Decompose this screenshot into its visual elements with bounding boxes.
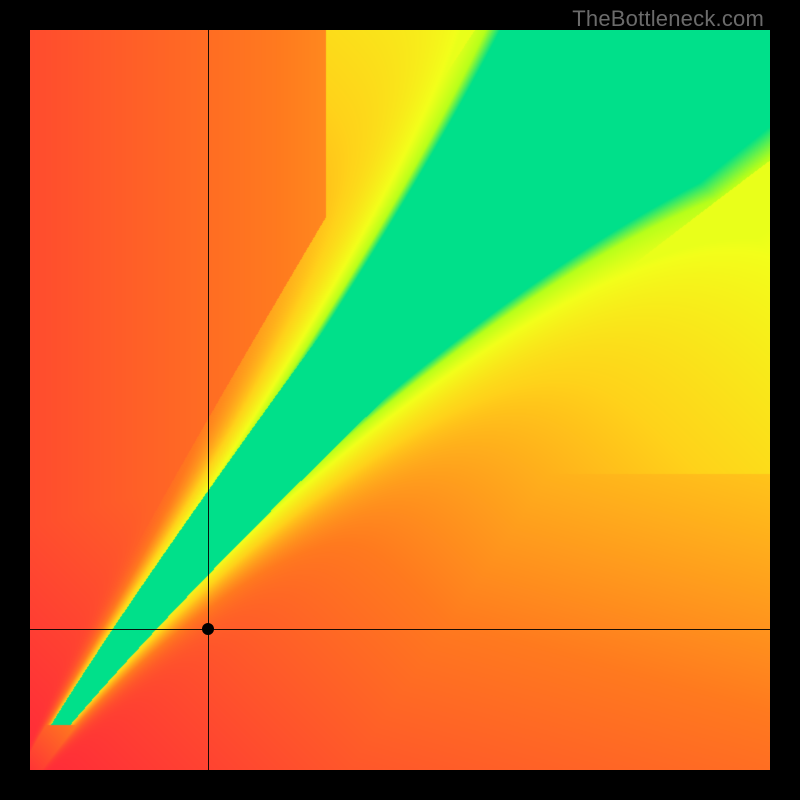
chart-frame — [30, 30, 770, 770]
crosshair-vertical — [208, 30, 209, 770]
heatmap-canvas — [30, 30, 770, 770]
watermark-text: TheBottleneck.com — [572, 6, 764, 32]
crosshair-horizontal — [30, 629, 770, 630]
data-point-marker — [202, 623, 214, 635]
heatmap-canvas-wrap — [30, 30, 770, 770]
